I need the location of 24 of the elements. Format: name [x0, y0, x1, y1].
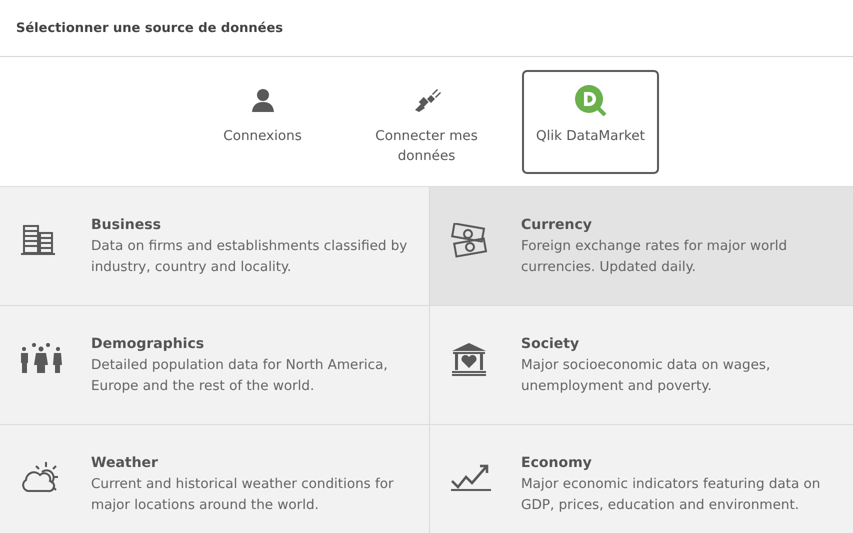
- category-description: Major socioeconomic data on wages, unemployment and poverty.: [521, 356, 772, 396]
- bank-icon: [450, 342, 488, 376]
- person-icon: [250, 88, 274, 112]
- plug-icon: [412, 88, 440, 112]
- category-description: Foreign exchange rates for major world currencies. Updated daily.: [521, 237, 788, 277]
- category-description: Data on firms and establishments classified by industry, country and locality.: [91, 237, 408, 277]
- category-title: Weather: [91, 455, 159, 471]
- category-title: Demographics: [91, 336, 206, 352]
- data-category-tile[interactable]: Demographics Detailed population data for North America, Europe and the rest of the world.: [0, 306, 430, 425]
- category-title: Economy: [521, 455, 593, 471]
- source-tab[interactable]: Qlik DataMarket: [522, 70, 659, 174]
- data-category-tile[interactable]: Business Data on firms and establishments classified by industry, country and locality.: [0, 187, 430, 306]
- category-title: Business: [91, 217, 162, 233]
- category-title: Society: [521, 336, 580, 352]
- category-description: Current and historical weather conditions for major locations around the world.: [91, 475, 395, 515]
- logo-icon: [574, 84, 608, 116]
- category-title: Currency: [521, 217, 593, 233]
- money-icon: [450, 223, 488, 259]
- building-icon: [20, 223, 56, 255]
- category-description: Major economic indicators featuring data on GDP, prices, education and environment.: [521, 475, 822, 515]
- category-description: Detailed population data for North America, Europe and the rest of the world.: [91, 356, 389, 396]
- dialog-title: Sélectionner une source de données: [16, 20, 284, 36]
- data-category-tile[interactable]: Currency Foreign exchange rates for major world currencies. Updated daily.: [430, 187, 853, 306]
- people-icon: [20, 342, 62, 374]
